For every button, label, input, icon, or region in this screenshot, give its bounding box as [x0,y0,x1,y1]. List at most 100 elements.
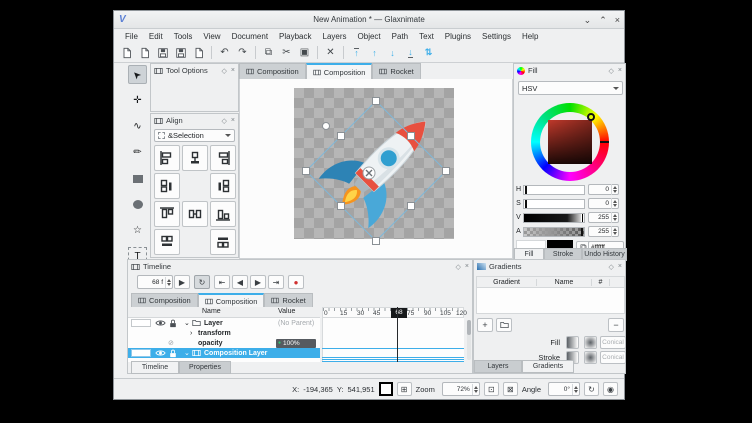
star-tool-button[interactable]: ☆ [128,221,147,240]
spin-down-icon[interactable] [613,218,617,223]
menu-settings[interactable]: Settings [477,31,516,42]
raise-to-top-button[interactable]: ↑ [348,45,365,61]
float-panel-button[interactable]: ◇ [609,67,614,75]
dock-tab-properties[interactable]: Properties [179,361,231,374]
alpha-spinbox[interactable]: 255 [588,226,619,237]
align-right-button[interactable] [210,145,236,171]
value-slider-handle[interactable] [581,214,583,222]
hue-spinbox[interactable]: 0 [588,184,619,195]
remove-gradient-button[interactable]: − [608,318,624,332]
layer-order-button[interactable]: ⇅ [420,45,437,61]
fill-conical-gradient-button[interactable]: Conical [600,336,626,349]
zoom-reset-button[interactable]: ⊠ [503,382,518,396]
save-button[interactable] [154,45,171,61]
go-last-frame-button[interactable]: ⇥ [268,275,284,289]
open-file-button[interactable] [136,45,153,61]
close-panel-button[interactable]: × [618,67,622,75]
row-cell[interactable] [131,349,151,357]
dock-tab-layers[interactable]: Layers [474,360,522,373]
canvas-viewport[interactable] [239,79,513,259]
rotate-handle[interactable] [323,123,330,130]
float-panel-button[interactable]: ◇ [609,263,614,271]
opacity-row[interactable]: ⊘ opacity ● 100% [128,338,320,348]
titlebar[interactable]: V New Animation * — Glaxnimate ⌄ ⌃ × [114,11,624,29]
saturation-value-square[interactable] [548,120,592,164]
row-cell[interactable] [131,319,151,327]
loop-button[interactable]: ↻ [194,275,210,289]
close-panel-button[interactable]: × [618,263,622,271]
menu-help[interactable]: Help [517,31,543,42]
paste-button[interactable]: ▣ [296,45,313,61]
opacity-value-badge[interactable]: ● 100% [276,339,316,348]
draw-tool-button[interactable]: ✏ [128,143,147,162]
select-tool-button[interactable]: ➤ [128,65,147,84]
angle-spinbox[interactable]: 0° [548,382,580,396]
align-outside-top-button[interactable] [154,229,180,255]
spin-down-icon[interactable] [613,204,617,209]
record-button[interactable]: ● [288,275,304,289]
zoom-fit-button[interactable]: ⊡ [484,382,499,396]
align-vcenter-button[interactable] [182,201,208,227]
saturation-spinbox[interactable]: 0 [588,198,619,209]
minimize-button[interactable]: ⌄ [584,15,592,26]
lower-to-bottom-button[interactable]: ↓ [402,45,419,61]
menu-edit[interactable]: Edit [144,31,168,42]
menu-layers[interactable]: Layers [318,31,352,42]
sv-marker[interactable] [587,113,595,121]
not-animated-icon[interactable]: ⊘ [168,339,174,347]
timeline-tab-composition-2[interactable]: Composition [198,293,265,307]
selected-layer-track[interactable] [322,348,464,358]
playhead-line[interactable] [397,307,398,362]
spin-up-icon[interactable] [613,184,617,189]
align-bottom-button[interactable] [210,201,236,227]
view-transform-button[interactable]: ⊞ [397,382,412,396]
value-spinbox[interactable]: 255 [588,212,619,223]
ellipse-tool-button[interactable] [128,195,147,214]
saturation-slider-handle[interactable] [525,200,527,208]
add-gradient-button[interactable]: + [477,318,493,332]
timeline-tab-composition-1[interactable]: Composition [131,293,198,307]
spin-up-icon[interactable] [474,384,478,389]
timeline-scrollbar[interactable] [467,320,471,360]
close-panel-button[interactable]: × [465,263,469,271]
menu-playback[interactable]: Playback [274,31,316,42]
menu-document[interactable]: Document [227,31,273,42]
spin-down-icon[interactable] [613,190,617,195]
bezier-tool-button[interactable]: ∿ [128,117,147,136]
fill-linear-gradient-button[interactable] [566,336,579,349]
handle-left[interactable] [303,168,310,175]
gradients-list[interactable] [476,288,625,314]
lower-button[interactable]: ↓ [384,45,401,61]
handle-ne[interactable] [408,133,415,140]
alpha-slider-handle[interactable] [581,228,583,236]
new-file-button[interactable] [118,45,135,61]
handle-nw[interactable] [338,133,345,140]
align-left-button[interactable] [154,145,180,171]
frame-spinbox[interactable]: 68 f [137,275,173,289]
child-track[interactable] [322,359,464,362]
menu-plugins[interactable]: Plugins [440,31,476,42]
value-slider[interactable] [523,213,585,223]
canvas-tab-rocket[interactable]: Rocket [372,63,420,79]
reset-rotation-button[interactable]: ↻ [584,382,599,396]
gradient-from-preset-button[interactable] [496,318,512,332]
menu-path[interactable]: Path [387,31,413,42]
lock-icon[interactable] [169,319,177,328]
go-first-frame-button[interactable]: ⇤ [214,275,230,289]
spin-up-icon[interactable] [613,212,617,217]
spin-down-icon[interactable] [474,390,478,395]
spin-up-icon[interactable] [167,277,171,282]
close-panel-button[interactable]: × [231,117,235,125]
copy-button[interactable]: ⧉ [260,45,277,61]
stroke-conical-gradient-button[interactable]: Conical [600,351,626,364]
float-panel-button[interactable]: ◇ [222,117,227,125]
maximize-button[interactable]: ⌃ [599,15,607,26]
redo-button[interactable]: ↷ [234,45,251,61]
timeline-tab-rocket[interactable]: Rocket [264,293,312,307]
align-outside-bottom-button[interactable] [210,229,236,255]
zoom-spinbox[interactable]: 72% [442,382,480,396]
transform-row[interactable]: › transform [128,328,320,338]
hue-marker[interactable] [600,141,609,143]
hue-slider[interactable] [523,185,585,195]
expand-caret-icon[interactable]: ⌄ [184,319,190,327]
